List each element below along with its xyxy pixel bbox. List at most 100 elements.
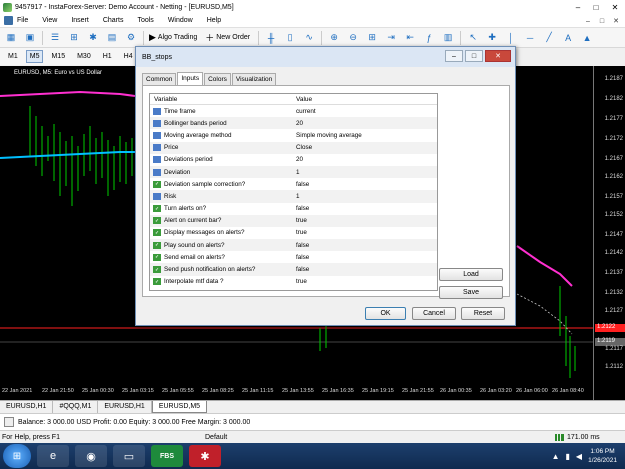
timeframe-m15[interactable]: M15 bbox=[47, 50, 69, 63]
table-row[interactable]: ✓ Send email on alerts? false bbox=[150, 251, 437, 263]
value-cell[interactable]: 20 bbox=[292, 120, 303, 127]
table-row[interactable]: ✓ Send push notification on alerts? false bbox=[150, 263, 437, 276]
chart-window-icon[interactable] bbox=[4, 16, 13, 25]
save-button[interactable]: Save bbox=[439, 286, 503, 299]
tester-icon[interactable]: ⚙ bbox=[124, 31, 138, 45]
chrome-icon[interactable]: ◉ bbox=[75, 445, 107, 467]
tab-inputs[interactable]: Inputs bbox=[177, 72, 204, 85]
menu-tools[interactable]: Tools bbox=[137, 17, 153, 24]
timeframe-m5[interactable]: M5 bbox=[25, 50, 44, 63]
file-explorer-icon[interactable]: ▭ bbox=[113, 445, 145, 467]
new-order-button[interactable]: ＋ New Order bbox=[205, 31, 250, 44]
value-cell[interactable]: 1 bbox=[292, 193, 300, 200]
templates-icon[interactable]: ▥ bbox=[441, 31, 455, 45]
zoom-out-icon[interactable]: ⊖ bbox=[346, 31, 360, 45]
data-window-icon[interactable]: ⊞ bbox=[67, 31, 81, 45]
line-chart-icon[interactable]: ∿ bbox=[302, 31, 316, 45]
table-row[interactable]: ✓ Play sound on alerts? false bbox=[150, 239, 437, 252]
table-row[interactable]: Deviation 1 bbox=[150, 165, 437, 179]
menu-insert[interactable]: Insert bbox=[71, 17, 89, 24]
value-cell[interactable]: true bbox=[292, 217, 307, 224]
algo-trading-button[interactable]: ▶ Algo Trading bbox=[149, 32, 197, 43]
chart-minimize-button[interactable]: – bbox=[581, 16, 595, 26]
tile-windows-icon[interactable]: ⊞ bbox=[365, 31, 379, 45]
table-row[interactable]: Risk 1 bbox=[150, 190, 437, 203]
value-cell[interactable]: 1 bbox=[292, 169, 300, 176]
shapes-icon[interactable]: ▲ bbox=[580, 31, 594, 45]
fbs-app-icon[interactable]: FBS bbox=[151, 445, 183, 467]
autoscroll-icon[interactable]: ⇥ bbox=[384, 31, 398, 45]
minimize-button[interactable]: – bbox=[569, 0, 587, 14]
clock[interactable]: 1:06 PM 1/26/2021 bbox=[588, 447, 617, 465]
bar-chart-icon[interactable]: ╫ bbox=[264, 31, 278, 45]
reset-button[interactable]: Reset bbox=[461, 307, 505, 320]
cursor-icon[interactable]: ↖ bbox=[466, 31, 480, 45]
close-button[interactable]: ✕ bbox=[605, 0, 625, 14]
value-cell[interactable]: true bbox=[292, 278, 307, 285]
volume-icon[interactable]: ◀ bbox=[576, 452, 582, 461]
maximize-button[interactable]: □ bbox=[587, 0, 605, 14]
menu-view[interactable]: View bbox=[42, 17, 57, 24]
status-profile[interactable]: Default bbox=[205, 434, 227, 441]
network-icon[interactable]: ▮ bbox=[566, 452, 570, 461]
instaforex-app-icon[interactable]: ✱ bbox=[189, 445, 221, 467]
trendline-icon[interactable]: ╱ bbox=[542, 31, 556, 45]
menu-help[interactable]: Help bbox=[207, 17, 221, 24]
table-row[interactable]: ✓ Interpolate mtf data ? true bbox=[150, 276, 437, 288]
table-row[interactable]: ✓ Deviation sample correction? false bbox=[150, 178, 437, 190]
navigator-icon[interactable]: ✱ bbox=[86, 31, 100, 45]
table-row[interactable]: Price Close bbox=[150, 141, 437, 154]
value-cell[interactable]: 20 bbox=[292, 156, 303, 163]
text-tool-icon[interactable]: A bbox=[561, 31, 575, 45]
table-row[interactable]: Time frame current bbox=[150, 105, 437, 117]
ok-button[interactable]: OK bbox=[365, 307, 406, 320]
value-cell[interactable]: false bbox=[292, 254, 309, 261]
table-row[interactable]: Bollinger bands period 20 bbox=[150, 117, 437, 130]
dialog-maximize-button[interactable]: □ bbox=[465, 50, 483, 62]
chart-close-button[interactable]: ✕ bbox=[609, 16, 623, 26]
show-hidden-icon[interactable]: ▲ bbox=[552, 452, 560, 461]
cancel-button[interactable]: Cancel bbox=[412, 307, 456, 320]
value-cell[interactable]: Simple moving average bbox=[292, 132, 362, 139]
profiles-icon[interactable]: ▣ bbox=[23, 31, 37, 45]
dialog-title-bar[interactable]: BB_stops – □ ✕ bbox=[136, 47, 515, 67]
internet-explorer-icon[interactable]: e bbox=[37, 445, 69, 467]
load-button[interactable]: Load bbox=[439, 268, 503, 281]
table-row[interactable]: Deviations period 20 bbox=[150, 154, 437, 166]
market-watch-icon[interactable]: ☰ bbox=[48, 31, 62, 45]
value-cell[interactable]: false bbox=[292, 205, 309, 212]
table-row[interactable]: ✓ Turn alerts on? false bbox=[150, 203, 437, 215]
value-cell[interactable]: false bbox=[292, 181, 309, 188]
menu-file[interactable]: File bbox=[17, 17, 28, 24]
table-row[interactable]: Moving average method Simple moving avera… bbox=[150, 129, 437, 141]
zoom-in-icon[interactable]: ⊕ bbox=[327, 31, 341, 45]
chart-tab[interactable]: EURUSD,H1 bbox=[98, 401, 152, 413]
indicators-icon[interactable]: ƒ bbox=[422, 31, 436, 45]
dialog-close-button[interactable]: ✕ bbox=[485, 50, 511, 62]
table-row[interactable]: ✓ Display messages on alerts? true bbox=[150, 227, 437, 239]
new-chart-icon[interactable]: ▦ bbox=[4, 31, 18, 45]
chart-tab-active[interactable]: EURUSD,M5 bbox=[151, 401, 208, 413]
value-cell[interactable]: true bbox=[292, 229, 307, 236]
terminal-icon[interactable]: ▤ bbox=[105, 31, 119, 45]
chart-tab[interactable]: EURUSD,H1 bbox=[0, 401, 54, 413]
value-cell[interactable]: Close bbox=[292, 144, 312, 151]
vertical-line-icon[interactable]: │ bbox=[504, 31, 518, 45]
crosshair-icon[interactable]: ✚ bbox=[485, 31, 499, 45]
start-button[interactable]: ⊞ bbox=[3, 444, 31, 468]
time-axis[interactable]: 22 Jan 2021 22 Jan 21:50 25 Jan 00:30 25… bbox=[0, 384, 593, 400]
timeframe-m30[interactable]: M30 bbox=[73, 50, 95, 63]
timeframe-h1[interactable]: H1 bbox=[99, 50, 116, 63]
value-cell[interactable]: false bbox=[292, 266, 309, 273]
menu-charts[interactable]: Charts bbox=[103, 17, 124, 24]
timeframe-m1[interactable]: M1 bbox=[4, 50, 22, 63]
menu-window[interactable]: Window bbox=[168, 17, 193, 24]
table-row[interactable]: ✓ Alert on current bar? true bbox=[150, 214, 437, 227]
horizontal-line-icon[interactable]: ─ bbox=[523, 31, 537, 45]
candlestick-icon[interactable]: ▯ bbox=[283, 31, 297, 45]
chart-restore-button[interactable]: □ bbox=[595, 16, 609, 26]
price-axis[interactable]: 1.2187 1.2182 1.2177 1.2172 1.2167 1.216… bbox=[593, 66, 625, 400]
chart-tab[interactable]: #QQQ,M1 bbox=[53, 401, 99, 413]
chart-shift-icon[interactable]: ⇤ bbox=[403, 31, 417, 45]
connection-status[interactable]: 171.00 ms bbox=[555, 433, 600, 441]
